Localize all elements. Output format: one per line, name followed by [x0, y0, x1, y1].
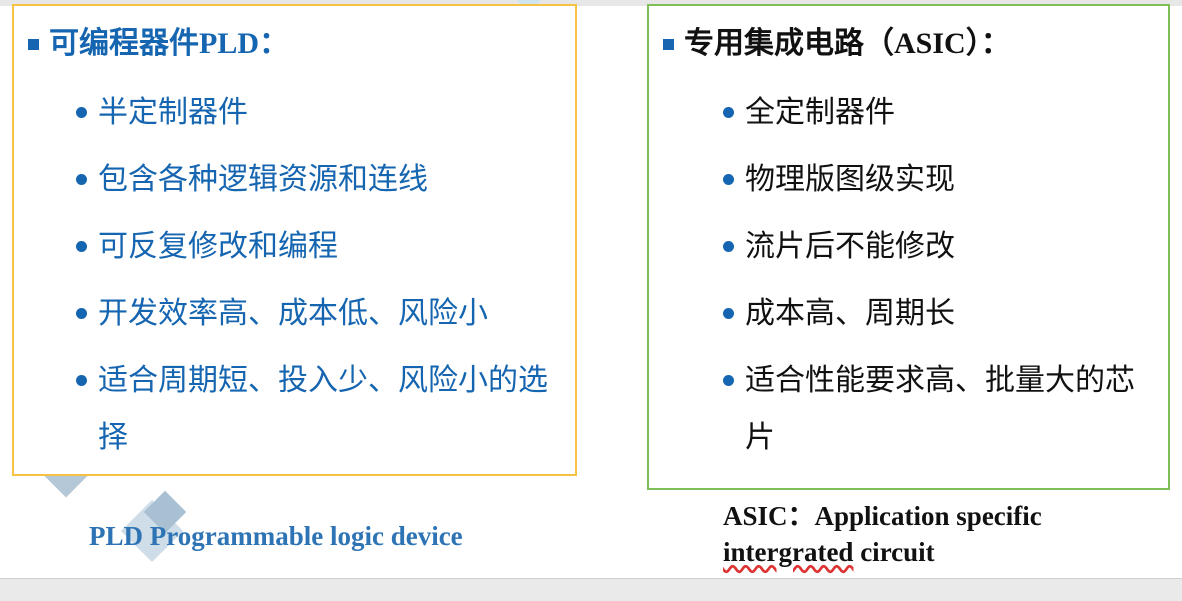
misspelled-word: intergrated	[723, 537, 854, 567]
bottom-strip	[0, 578, 1182, 601]
bullet-dot-icon	[723, 308, 734, 319]
square-bullet-icon	[663, 38, 674, 50]
list-item-text: 半定制器件	[98, 95, 248, 130]
list-item: 可反复修改和编程	[76, 224, 568, 269]
bullet-dot-icon	[723, 241, 734, 252]
pld-heading-abbr: PLD：	[199, 27, 289, 60]
asic-caption-line: ASIC：Application specific	[723, 501, 1042, 531]
list-item-text: 包含各种逻辑资源和连线	[98, 162, 428, 197]
list-item-text: 物理版图级实现	[745, 162, 955, 197]
list-item-text: 流片后不能修改	[745, 229, 955, 264]
bullet-dot-icon	[723, 107, 734, 118]
pld-caption: PLD Programmable logic device	[89, 521, 463, 551]
pld-heading: 可编程器件 PLD：	[28, 26, 289, 62]
list-item-text: 全定制器件	[745, 95, 895, 130]
list-item: 成本高、周期长	[723, 291, 1157, 336]
list-item: 流片后不能修改	[723, 224, 1157, 269]
asic-heading: 专用集成电路 （ASIC）：	[663, 26, 1011, 62]
asic-panel: 专用集成电路 （ASIC）： 全定制器件 物理版图级实现 流片后不能修改 成本高、…	[647, 4, 1170, 490]
list-item-text: 成本高、周期长	[745, 296, 955, 331]
list-item-text: 适合周期短、投入少、风险小的选择	[98, 363, 548, 455]
list-item: 适合性能要求高、批量大的芯片	[723, 352, 1157, 466]
list-item: 开发效率高、成本低、风险小	[76, 291, 568, 336]
list-item-text: 开发效率高、成本低、风险小	[98, 296, 488, 331]
list-item-text: 可反复修改和编程	[98, 229, 338, 264]
asic-caption-rest: circuit	[853, 537, 935, 567]
bullet-dot-icon	[723, 375, 734, 386]
list-item-text: 适合性能要求高、批量大的芯片	[745, 363, 1135, 455]
asic-heading-abbr: （ASIC）：	[864, 27, 1011, 60]
bullet-dot-icon	[76, 308, 87, 319]
bullet-dot-icon	[76, 241, 87, 252]
asic-caption: ASIC：Application specific intergrated ci…	[723, 498, 1163, 570]
bullet-dot-icon	[76, 375, 87, 386]
pld-bullet-list: 半定制器件 包含各种逻辑资源和连线 可反复修改和编程 开发效率高、成本低、风险小…	[76, 90, 568, 488]
list-item: 全定制器件	[723, 90, 1157, 135]
asic-heading-text: 专用集成电路	[684, 26, 864, 61]
pld-heading-text: 可编程器件	[49, 26, 199, 61]
list-item: 物理版图级实现	[723, 157, 1157, 202]
list-item: 半定制器件	[76, 90, 568, 135]
list-item: 包含各种逻辑资源和连线	[76, 157, 568, 202]
list-item: 适合周期短、投入少、风险小的选择	[76, 352, 568, 466]
asic-bullet-list: 全定制器件 物理版图级实现 流片后不能修改 成本高、周期长 适合性能要求高、批量…	[723, 90, 1157, 488]
bullet-dot-icon	[723, 174, 734, 185]
bullet-dot-icon	[76, 107, 87, 118]
bullet-dot-icon	[76, 174, 87, 185]
asic-caption-line: intergrated circuit	[723, 534, 1163, 570]
pld-panel: 可编程器件 PLD： 半定制器件 包含各种逻辑资源和连线 可反复修改和编程 开发效…	[12, 4, 577, 476]
square-bullet-icon	[28, 38, 39, 50]
